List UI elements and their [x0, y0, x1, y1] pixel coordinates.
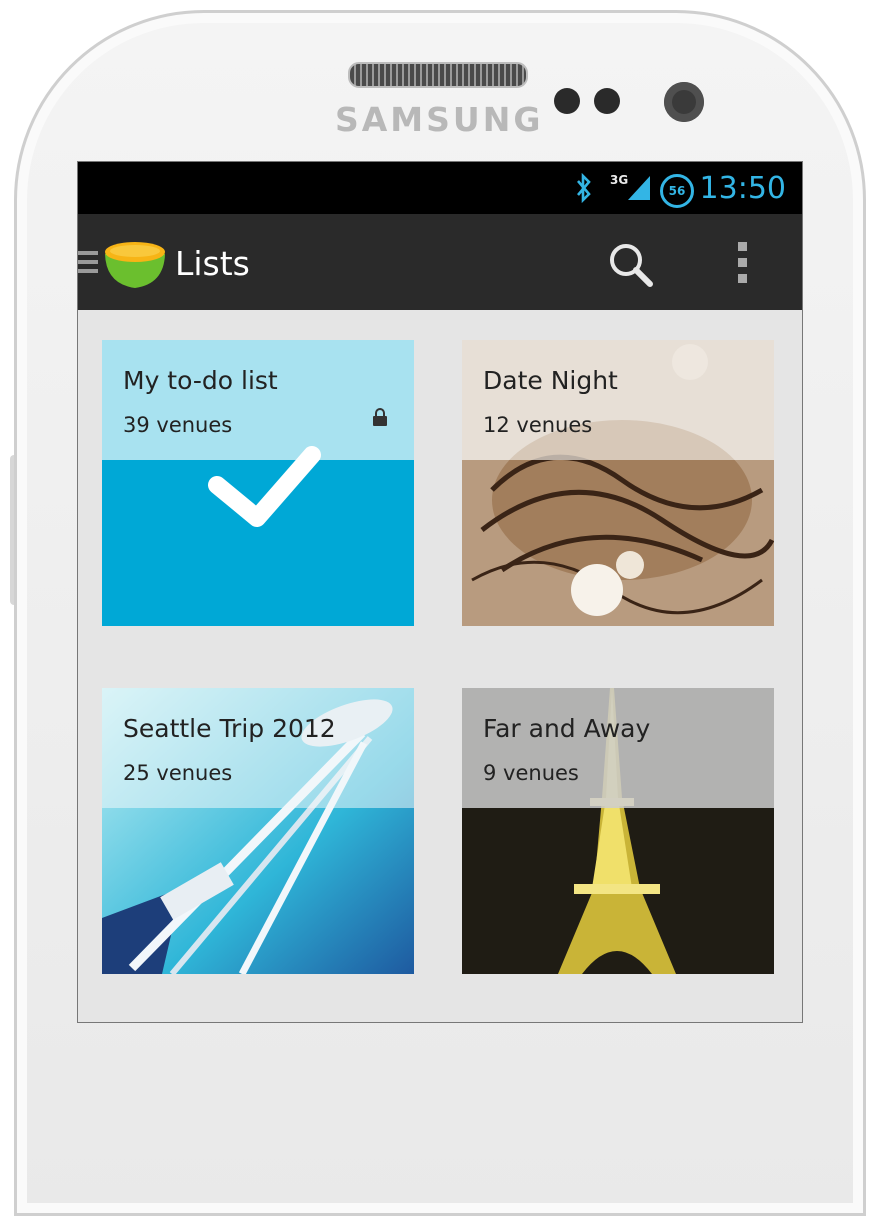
lock-icon	[373, 408, 387, 426]
list-venue-count: 9 venues	[483, 761, 579, 785]
list-venue-count: 39 venues	[123, 413, 233, 437]
card-header	[462, 688, 774, 808]
menu-icon[interactable]	[78, 247, 98, 277]
status-bar: 3G 56 13:50	[78, 162, 802, 214]
screen: 3G 56 13:50 Lists My to-do list 39 venue…	[77, 161, 803, 1023]
light-sensor	[594, 88, 620, 114]
card-header	[102, 688, 414, 808]
list-card-far-and-away[interactable]: Far and Away 9 venues	[462, 688, 774, 974]
status-clock: 13:50	[699, 170, 786, 206]
signal-3g-icon: 3G	[610, 162, 652, 214]
list-title: Date Night	[483, 366, 618, 395]
action-bar: Lists	[78, 214, 802, 310]
front-camera	[664, 82, 704, 122]
list-title: My to-do list	[123, 366, 278, 395]
overflow-menu-icon[interactable]	[736, 242, 750, 286]
app-bowl-logo[interactable]	[102, 236, 168, 292]
list-venue-count: 25 venues	[123, 761, 233, 785]
network-type-label: 3G	[610, 173, 629, 187]
list-venue-count: 12 venues	[483, 413, 593, 437]
list-title: Seattle Trip 2012	[123, 714, 336, 743]
list-card-todo[interactable]: My to-do list 39 venues	[102, 340, 414, 626]
list-title: Far and Away	[483, 714, 651, 743]
list-card-date-night[interactable]: Date Night 12 venues	[462, 340, 774, 626]
battery-level-icon: 56	[660, 174, 694, 208]
checkmark-icon	[202, 440, 322, 530]
device-brand: SAMSUNG	[335, 100, 544, 139]
battery-level-label: 56	[668, 184, 686, 198]
page-title: Lists	[175, 244, 250, 283]
search-icon[interactable]	[606, 240, 656, 290]
proximity-sensor	[554, 88, 580, 114]
list-card-seattle-trip[interactable]: Seattle Trip 2012 25 venues	[102, 688, 414, 974]
card-header	[462, 340, 774, 460]
bluetooth-icon	[572, 162, 596, 214]
earpiece-speaker	[348, 62, 528, 88]
